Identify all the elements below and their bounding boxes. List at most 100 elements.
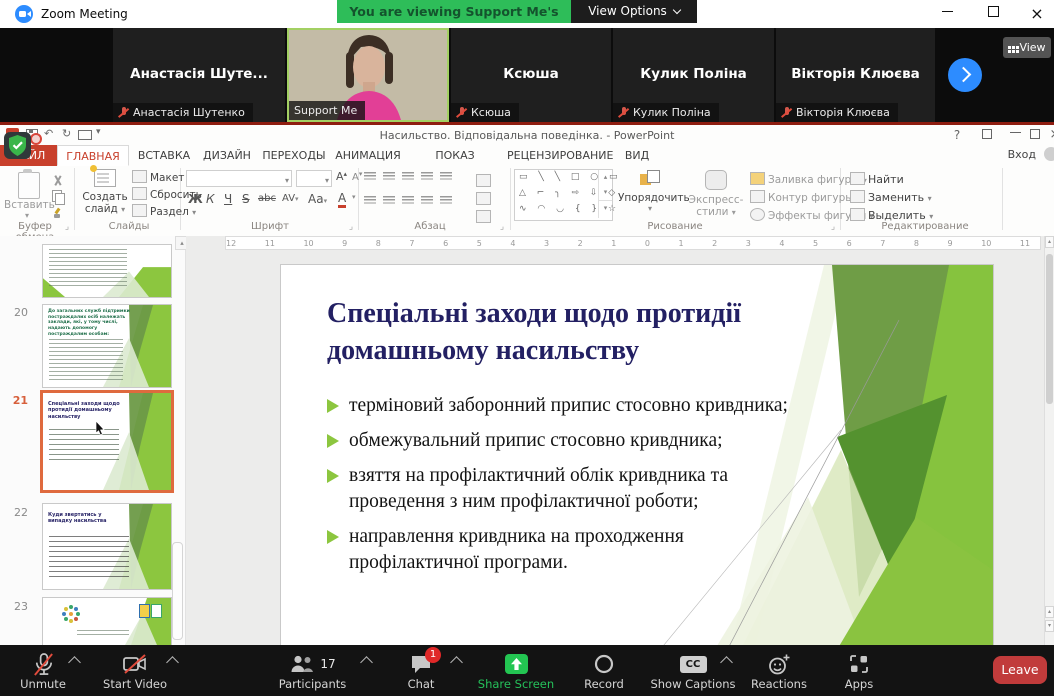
slide-thumbnail-20[interactable]: До загальних служб підтримки постраждали… xyxy=(42,304,172,388)
chat-options-chevron[interactable] xyxy=(450,656,463,669)
drawing-dialog-launcher[interactable]: ⌟ xyxy=(828,222,838,232)
reactions-smiley-icon xyxy=(767,653,791,676)
apps-button[interactable]: Apps xyxy=(830,651,888,691)
view-options-button[interactable]: View Options xyxy=(571,0,697,23)
participant-tile[interactable]: Кулик Поліна Кулик Поліна xyxy=(613,28,774,122)
next-slide-button[interactable]: ▾ xyxy=(1045,620,1054,632)
line-spacing-icon[interactable] xyxy=(440,172,452,181)
shapes-more-icon[interactable]: ▾ xyxy=(599,200,612,216)
slideshow-icon[interactable] xyxy=(78,130,92,140)
tab-insert[interactable]: ВСТАВКА xyxy=(133,145,195,166)
canvas-scrollbar[interactable]: ▴ ▴ ▾ xyxy=(1044,236,1054,645)
new-slide-button[interactable]: Создать слайд ▾ xyxy=(80,169,130,215)
participants-options-chevron[interactable] xyxy=(360,656,373,669)
participant-name: Ксюша xyxy=(451,66,611,82)
decrease-indent-icon[interactable] xyxy=(402,172,414,181)
layout-button[interactable]: Макет ▾ xyxy=(132,170,192,184)
scrollbar-thumb[interactable] xyxy=(1046,254,1053,404)
unmute-button[interactable]: Unmute xyxy=(8,651,78,691)
grow-font-button[interactable]: А▴ xyxy=(336,170,347,183)
slide-bullet-list[interactable]: терміновий заборонний припис стосовно кр… xyxy=(327,393,795,585)
paragraph-dialog-launcher[interactable]: ⌟ xyxy=(497,222,507,232)
reactions-button[interactable]: Reactions xyxy=(745,651,813,691)
tab-slideshow[interactable]: ПОКАЗ СЛАЙДОВ xyxy=(407,145,503,166)
slide-thumbnail-23[interactable] xyxy=(42,597,172,646)
font-color-dropdown[interactable]: ▾ xyxy=(352,193,356,201)
clipboard-dialog-launcher[interactable]: ⌟ xyxy=(62,222,72,232)
undo-button[interactable]: ↶ xyxy=(44,127,53,140)
replace-button[interactable]: Заменить ▾ xyxy=(850,190,932,204)
close-button[interactable]: × xyxy=(1015,0,1054,28)
slide-thumbnail-partial[interactable] xyxy=(42,244,172,298)
start-video-button[interactable]: Start Video xyxy=(95,651,175,691)
slide-title[interactable]: Спеціальні заходи щодо протидії домашньо… xyxy=(327,295,907,369)
section-button[interactable]: Раздел ▾ xyxy=(132,204,196,218)
columns-icon[interactable] xyxy=(440,196,452,205)
change-case-button[interactable]: Аа▾ xyxy=(308,192,327,206)
numbered-list-icon[interactable] xyxy=(383,172,395,181)
ppt-close-button[interactable]: × xyxy=(1042,126,1054,144)
tab-view[interactable]: ВИД xyxy=(617,145,657,166)
align-center-icon[interactable] xyxy=(383,196,395,205)
qat-customize-button[interactable]: ▾ xyxy=(96,127,101,137)
bold-button[interactable]: Ж xyxy=(188,192,203,206)
font-dialog-launcher[interactable]: ⌟ xyxy=(346,222,356,232)
tab-review[interactable]: РЕЦЕНЗИРОВАНИЕ xyxy=(507,145,613,166)
smartart-convert-button[interactable] xyxy=(476,206,494,225)
align-text-button[interactable] xyxy=(476,188,494,207)
thumbnails-scrollbar-thumb[interactable] xyxy=(172,542,183,640)
tab-animations[interactable]: АНИМАЦИЯ xyxy=(333,145,403,166)
participant-tile[interactable]: Анастасія Шуте... Анастасія Шутенко xyxy=(113,28,285,122)
shadow-button[interactable]: S xyxy=(242,192,250,206)
kerning-button[interactable]: AV▾ xyxy=(282,193,299,204)
tab-transitions[interactable]: ПЕРЕХОДЫ xyxy=(259,145,329,166)
previous-slide-button[interactable]: ▴ xyxy=(1045,606,1054,618)
align-left-icon[interactable] xyxy=(364,196,376,205)
help-button[interactable]: ? xyxy=(944,126,970,144)
account-avatar[interactable] xyxy=(1044,147,1054,161)
view-layout-button[interactable]: View xyxy=(1003,37,1051,58)
slide-thumbnail-22[interactable]: Куди звертатись у випадку насильства xyxy=(42,503,172,590)
font-size-select[interactable]: ▾ xyxy=(296,170,332,187)
text-direction-button[interactable] xyxy=(476,170,494,189)
participant-tile-video[interactable]: Support Me xyxy=(287,28,449,122)
next-participants-button[interactable] xyxy=(948,58,982,92)
bullet-list-icon[interactable] xyxy=(364,172,376,181)
font-color-button[interactable]: А xyxy=(338,192,346,208)
sign-in-link[interactable]: Вход xyxy=(1008,148,1036,161)
tab-design[interactable]: ДИЗАЙН xyxy=(199,145,255,166)
select-button[interactable]: Выделить ▾ xyxy=(850,208,933,222)
scroll-up-button[interactable]: ▴ xyxy=(1045,236,1054,248)
slide[interactable]: Спеціальні заходи щодо протидії домашньо… xyxy=(281,265,993,645)
participant-tile[interactable]: Ксюша Ксюша xyxy=(451,28,611,122)
participant-tile[interactable]: Вікторія Клюєва Вікторія Клюєва xyxy=(776,28,935,122)
minimize-button[interactable] xyxy=(925,0,969,28)
strikethrough-button[interactable]: abc xyxy=(258,193,276,204)
shapes-scrollbar[interactable]: ▴ ▾ ▾ xyxy=(598,170,612,218)
share-screen-button[interactable]: Share Screen xyxy=(475,651,557,691)
find-button[interactable]: Найти xyxy=(850,172,904,186)
ribbon-display-button[interactable] xyxy=(974,126,1000,144)
increase-indent-icon[interactable] xyxy=(421,172,433,181)
font-name-select[interactable]: ▾ xyxy=(186,170,292,187)
shape-outline-button[interactable]: Контур фигуры ▾ xyxy=(750,190,861,204)
arrange-button[interactable]: Упорядочить ▾ xyxy=(618,170,682,213)
record-button[interactable]: Record xyxy=(572,651,636,691)
shapes-gallery[interactable]: ▭ ╲ ╲ □ ○ ▭ △ ⌐ ╮ ⇨ ⇩ ◇ ∿ ◠ ◡ { } ☆ ▴ ▾ … xyxy=(514,169,613,221)
participants-button[interactable]: 17 Participants xyxy=(270,651,355,691)
align-right-icon[interactable] xyxy=(402,196,414,205)
shrink-font-button[interactable]: А▾ xyxy=(352,170,362,183)
maximize-button[interactable] xyxy=(971,0,1015,28)
zoom-bottom-toolbar: Unmute Start Video 17 xyxy=(0,645,1054,696)
justify-icon[interactable] xyxy=(421,196,433,205)
scroll-up-icon[interactable]: ▴ xyxy=(599,170,612,185)
tab-home[interactable]: ГЛАВНАЯ xyxy=(57,145,129,166)
slide-thumbnail-21-selected[interactable]: Спеціальні заходи щодо протидії домашньо… xyxy=(40,390,174,493)
scroll-down-icon[interactable]: ▾ xyxy=(599,185,612,200)
chat-button[interactable]: 1 Chat xyxy=(393,651,449,691)
quick-styles-button[interactable]: Экспресс- стили ▾ xyxy=(688,170,744,218)
leave-button[interactable]: Leave xyxy=(993,656,1047,684)
redo-button[interactable]: ↻ xyxy=(62,127,71,140)
underline-button[interactable]: Ч xyxy=(224,192,232,206)
italic-button[interactable]: К xyxy=(206,192,215,206)
